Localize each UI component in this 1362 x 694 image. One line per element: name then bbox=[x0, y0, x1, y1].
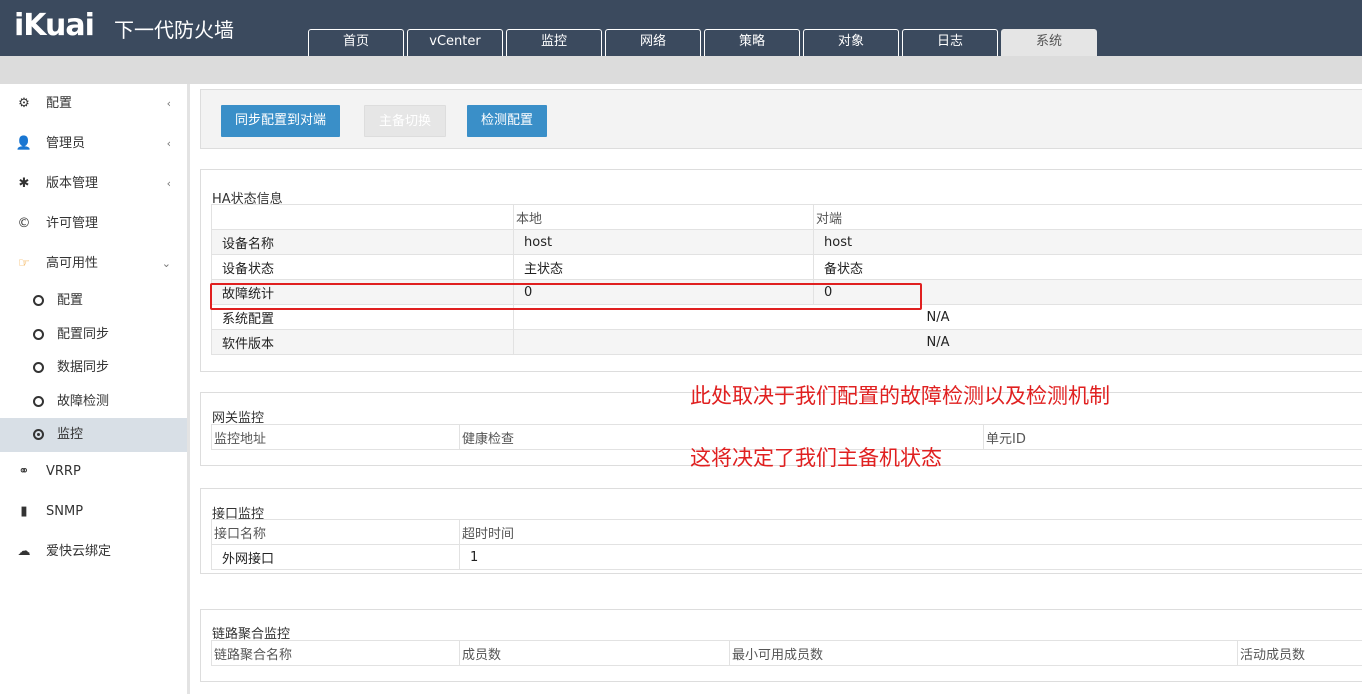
tab-monitor[interactable]: 监控 bbox=[506, 29, 602, 56]
local-value: host bbox=[513, 229, 814, 255]
lag-monitor-panel: 链路聚合监控 链路聚合名称 成员数 最小可用成员数 活动成员数 bbox=[200, 609, 1362, 682]
sidebar-subitem-label: 配置同步 bbox=[57, 326, 110, 342]
sidebar: ⚙ 配置 ‹ 👤 管理员 ‹ ✱ 版本管理 ‹ © 许可管理 ☞ 高可用性 ⌄ … bbox=[0, 84, 190, 694]
check-config-button[interactable]: 检测配置 bbox=[467, 105, 548, 137]
circle-icon bbox=[33, 362, 44, 373]
sidebar-subitem-label: 数据同步 bbox=[57, 360, 110, 375]
toolbar: 同步配置到对端 主备切换 检测配置 bbox=[200, 89, 1362, 149]
sidebar-subitem-config-sync[interactable]: 配置同步 bbox=[0, 318, 187, 352]
column-header: 最小可用成员数 bbox=[729, 640, 1238, 666]
sidebar-subitem-label: 故障检测 bbox=[57, 393, 110, 409]
sync-config-button[interactable]: 同步配置到对端 bbox=[221, 105, 341, 137]
tab-object[interactable]: 对象 bbox=[803, 29, 899, 56]
main-nav: 首页 vCenter 监控 网络 策略 对象 日志 系统 bbox=[308, 29, 1100, 56]
lag-monitor-table: 链路聚合名称 成员数 最小可用成员数 活动成员数 bbox=[211, 640, 1362, 666]
column-header: 成员数 bbox=[459, 640, 730, 666]
sidebar-item-config[interactable]: ⚙ 配置 ‹ bbox=[0, 84, 187, 124]
row-label: 设备状态 bbox=[211, 254, 514, 280]
sidebar-subitem-monitor[interactable]: 监控 bbox=[0, 418, 187, 452]
sidebar-item-label: 管理员 bbox=[46, 136, 86, 151]
table-row: 设备名称 host host bbox=[211, 229, 1362, 255]
row-label: 设备名称 bbox=[211, 229, 514, 255]
user-icon: 👤 bbox=[15, 136, 33, 151]
tab-log[interactable]: 日志 bbox=[902, 29, 998, 56]
link-icon: ⚭ bbox=[18, 463, 30, 479]
sidebar-item-ha[interactable]: ☞ 高可用性 ⌄ bbox=[0, 244, 187, 284]
tab-system[interactable]: 系统 bbox=[1001, 29, 1097, 56]
chevron-left-icon: ‹ bbox=[166, 137, 171, 150]
ikuai-logo: iKuai bbox=[14, 8, 95, 43]
column-header: 本地 bbox=[513, 204, 814, 230]
tab-home[interactable]: 首页 bbox=[308, 29, 404, 56]
column-header: 对端 bbox=[813, 204, 1362, 230]
column-header: 单元ID bbox=[983, 424, 1362, 450]
column-header: 链路聚合名称 bbox=[211, 640, 460, 666]
highlight-box bbox=[210, 283, 922, 310]
switch-master-backup-button[interactable]: 主备切换 bbox=[364, 105, 447, 137]
dot-circle-icon bbox=[33, 429, 44, 440]
table-header-row: 链路聚合名称 成员数 最小可用成员数 活动成员数 bbox=[211, 640, 1362, 666]
chevron-left-icon: ‹ bbox=[166, 177, 171, 190]
chevron-left-icon: ‹ bbox=[166, 97, 171, 110]
annotation-text: 这将决定了我们主备机状态 bbox=[690, 446, 942, 470]
column-header: 超时时间 bbox=[459, 519, 1362, 545]
sidebar-item-license[interactable]: © 许可管理 bbox=[0, 204, 187, 244]
copyright-icon: © bbox=[17, 216, 31, 231]
sidebar-item-label: 版本管理 bbox=[46, 176, 99, 191]
table-row: 软件版本 N/A bbox=[211, 329, 1362, 355]
chevron-down-icon: ⌄ bbox=[161, 257, 171, 270]
sidebar-subitem-data-sync[interactable]: 数据同步 bbox=[0, 351, 187, 385]
peer-value: host bbox=[813, 229, 1362, 255]
sidebar-subitem-label: 监控 bbox=[57, 427, 84, 442]
peer-value: 备状态 bbox=[813, 254, 1362, 280]
cloud-icon: ☁ bbox=[17, 543, 31, 559]
sidebar-subitem-label: 配置 bbox=[57, 293, 84, 308]
sidebar-item-label: 许可管理 bbox=[46, 216, 99, 231]
circle-icon bbox=[33, 395, 44, 407]
column-header: 活动成员数 bbox=[1237, 640, 1362, 666]
tab-vcenter[interactable]: vCenter bbox=[407, 29, 503, 56]
interface-monitor-panel: 接口监控 接口名称 超时时间 外网接口 1 bbox=[200, 488, 1362, 574]
sub-bar bbox=[0, 56, 1362, 84]
sidebar-subitem-fault-detect[interactable]: 故障检测 bbox=[0, 385, 187, 419]
sidebar-item-version[interactable]: ✱ 版本管理 ‹ bbox=[0, 164, 187, 204]
tab-policy[interactable]: 策略 bbox=[704, 29, 800, 56]
sidebar-item-label: VRRP bbox=[46, 463, 81, 479]
interface-monitor-table: 接口名称 超时时间 外网接口 1 bbox=[211, 519, 1362, 570]
interface-name: 外网接口 bbox=[211, 544, 460, 570]
sidebar-item-label: 配置 bbox=[46, 96, 73, 111]
circle-icon bbox=[33, 295, 44, 306]
sidebar-item-cloud[interactable]: ☁ 爱快云绑定 bbox=[0, 532, 187, 572]
hand-pointer-icon: ☞ bbox=[18, 256, 30, 271]
sidebar-item-admin[interactable]: 👤 管理员 ‹ bbox=[0, 124, 187, 164]
table-header-row: 接口名称 超时时间 bbox=[211, 519, 1362, 545]
row-label: 软件版本 bbox=[211, 329, 514, 355]
sidebar-item-label: 高可用性 bbox=[46, 256, 99, 271]
ha-status-panel: HA状态信息 本地 对端 设备名称 host host 设备状态 主状态 备状态… bbox=[200, 169, 1362, 372]
bookmark-icon: ▮ bbox=[20, 503, 28, 519]
annotation-text: 此处取决于我们配置的故障检测以及检测机制 bbox=[690, 384, 1110, 408]
sidebar-item-label: SNMP bbox=[46, 503, 84, 519]
local-value: 主状态 bbox=[513, 254, 814, 280]
product-title: 下一代防火墙 bbox=[114, 18, 234, 42]
column-header: 接口名称 bbox=[211, 519, 460, 545]
tab-network[interactable]: 网络 bbox=[605, 29, 701, 56]
sidebar-item-vrrp[interactable]: ⚭ VRRP bbox=[0, 452, 187, 492]
circle-icon bbox=[33, 328, 44, 340]
table-row: 外网接口 1 bbox=[211, 544, 1362, 570]
sidebar-item-label: 爱快云绑定 bbox=[46, 543, 112, 559]
merged-value: N/A bbox=[513, 329, 1362, 355]
table-row: 设备状态 主状态 备状态 bbox=[211, 254, 1362, 280]
gear-icon: ✱ bbox=[18, 176, 30, 191]
ha-status-table: 本地 对端 设备名称 host host 设备状态 主状态 备状态 故障统计 0… bbox=[211, 204, 1362, 355]
interface-timeout: 1 bbox=[459, 544, 1362, 570]
sidebar-item-snmp[interactable]: ▮ SNMP bbox=[0, 492, 187, 532]
top-header: iKuai 下一代防火墙 首页 vCenter 监控 网络 策略 对象 日志 系… bbox=[0, 0, 1362, 56]
table-cell bbox=[211, 204, 514, 230]
sidebar-subitem-config[interactable]: 配置 bbox=[0, 284, 187, 318]
column-header: 监控地址 bbox=[211, 424, 460, 450]
gears-icon: ⚙ bbox=[18, 96, 30, 111]
